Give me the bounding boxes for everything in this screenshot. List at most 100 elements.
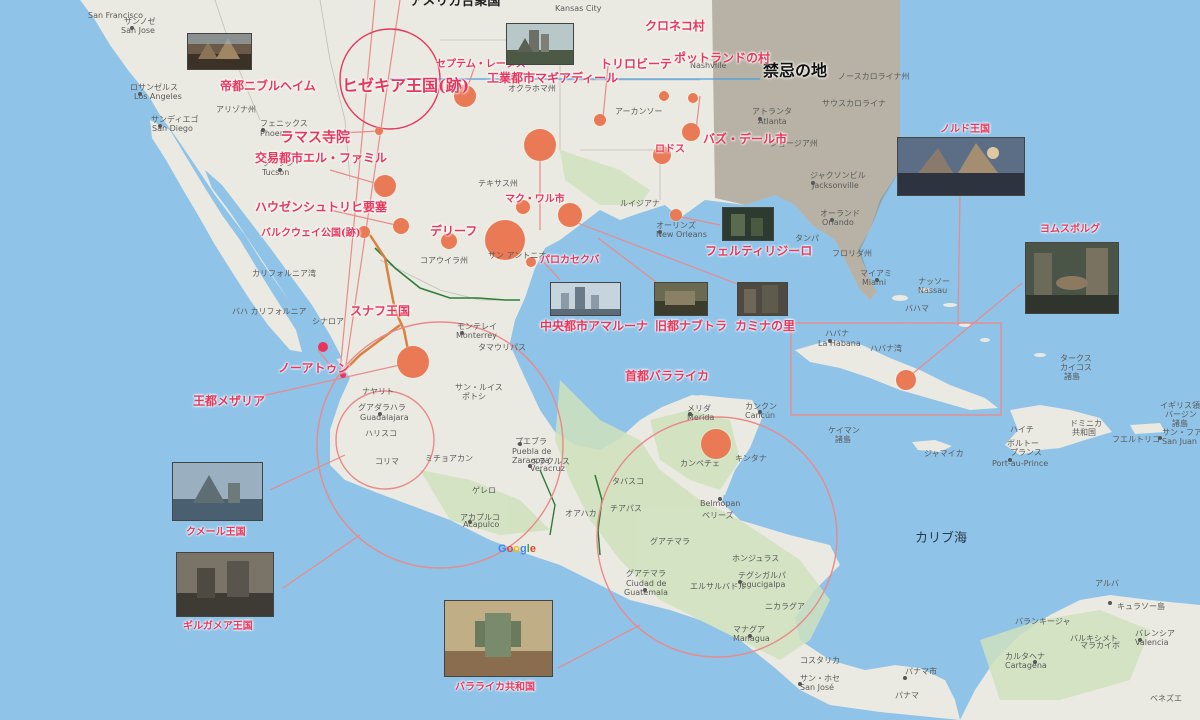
map-label: パナマ市 bbox=[905, 667, 937, 676]
thumbnail-kamina[interactable] bbox=[737, 282, 788, 316]
map-label: ゲレロ bbox=[472, 486, 496, 495]
map-label: カリフォルニア湾 bbox=[252, 269, 316, 278]
map-label: パナマ bbox=[895, 691, 919, 700]
location-marker[interactable] bbox=[701, 429, 731, 459]
location-marker[interactable] bbox=[659, 91, 669, 101]
place-label[interactable]: カミナの里 bbox=[735, 320, 795, 332]
map-label: タークス bbox=[1060, 354, 1092, 363]
map-label: アルバ bbox=[1095, 579, 1119, 588]
map-label: テグシガルパ bbox=[738, 571, 786, 580]
location-marker[interactable] bbox=[688, 93, 698, 103]
map-label: ベネズエ bbox=[1150, 694, 1182, 703]
place-label[interactable]: マク・ワル市 bbox=[505, 195, 565, 205]
map-label: テキサス州 bbox=[478, 179, 518, 188]
noatun-dot bbox=[318, 342, 328, 352]
place-label[interactable]: バルクウェイ公国(跡) bbox=[261, 229, 360, 239]
map-label: Guatemala bbox=[624, 588, 669, 597]
map-label: ハバナ bbox=[825, 329, 849, 338]
map-label: ハリスコ bbox=[365, 429, 397, 438]
map-label: Puebla de bbox=[512, 447, 552, 456]
map-label: ノースカロライナ州 bbox=[838, 72, 910, 81]
place-label[interactable]: ポットランドの村 bbox=[674, 52, 770, 64]
thumbnail-magiadill[interactable] bbox=[506, 23, 574, 65]
place-label[interactable]: 首都バラライカ bbox=[625, 370, 709, 382]
place-label[interactable]: バズ・デール市 bbox=[703, 133, 787, 145]
map-label: Los Angeles bbox=[134, 92, 182, 101]
map-label: シナロア bbox=[312, 317, 344, 326]
place-label[interactable]: 工業都市マギアディール bbox=[487, 72, 618, 84]
map-label: キュラソー島 bbox=[1117, 602, 1165, 611]
khmer-image bbox=[173, 463, 262, 520]
location-marker[interactable] bbox=[375, 127, 383, 135]
thumbnail-nabtra[interactable] bbox=[654, 282, 708, 316]
map-label: モンテレイ bbox=[457, 322, 497, 331]
place-label[interactable]: 王都メザリア bbox=[193, 395, 265, 407]
place-label[interactable]: ギルガメア王国 bbox=[183, 622, 253, 632]
map-label: バハ カリフォルニア bbox=[232, 307, 307, 316]
place-label[interactable]: ノーアトゥン bbox=[278, 362, 350, 374]
thumbnail-fertilisiro[interactable] bbox=[722, 207, 774, 241]
map-label: カンクン bbox=[745, 402, 777, 411]
place-label[interactable]: トリロビーテ bbox=[600, 58, 672, 70]
place-label[interactable]: パロカセクバ bbox=[540, 256, 600, 266]
country-label-usa: アメリカ合衆国 bbox=[410, 0, 501, 9]
thumbnail-amaruna[interactable] bbox=[550, 282, 621, 316]
location-marker[interactable] bbox=[896, 370, 916, 390]
thumbnail-yomsborg[interactable] bbox=[1025, 242, 1119, 314]
map-label: カルタヘナ bbox=[1005, 652, 1045, 661]
map-label: ベリーズ bbox=[702, 511, 734, 520]
map-label: アーカンソー bbox=[615, 107, 663, 116]
map-label: New Orleans bbox=[656, 230, 707, 239]
place-label[interactable]: ラマス寺院 bbox=[280, 131, 350, 145]
map-label: La Habana bbox=[818, 339, 861, 348]
location-marker[interactable] bbox=[524, 129, 556, 161]
location-marker[interactable] bbox=[397, 346, 429, 378]
map-label: フロリダ州 bbox=[832, 249, 872, 258]
thumbnail-nord[interactable] bbox=[897, 137, 1025, 196]
map-label: ロサンゼルス bbox=[130, 83, 178, 92]
balalaika-republic-image bbox=[445, 601, 552, 676]
map-label: メリダ bbox=[687, 404, 711, 413]
place-label[interactable]: 中央都市アマルーナ bbox=[540, 320, 648, 332]
place-label[interactable]: ノルド王国 bbox=[940, 125, 990, 135]
map-label: Cancún bbox=[745, 411, 776, 420]
map-label: ホンジュラス bbox=[732, 554, 780, 563]
place-label[interactable]: 旧都ナブトラ bbox=[655, 320, 727, 332]
location-marker[interactable] bbox=[393, 218, 409, 234]
location-marker[interactable] bbox=[374, 175, 396, 197]
map-label: Nassau bbox=[918, 286, 948, 295]
map-label: ポトシ bbox=[462, 392, 486, 401]
map-label: サン アントニオ bbox=[488, 251, 547, 260]
place-label[interactable]: クロネコ村 bbox=[645, 20, 705, 32]
thumbnail-balalaika-republic[interactable] bbox=[444, 600, 553, 677]
place-label[interactable]: ヒゼキア王国(跡) bbox=[342, 78, 469, 94]
place-label[interactable]: ロドス bbox=[655, 145, 685, 155]
thumbnail-gilgamea[interactable] bbox=[176, 552, 274, 617]
map-label: タバスコ bbox=[612, 477, 644, 486]
map-label: フェニックス bbox=[260, 119, 308, 128]
place-label[interactable]: デリーフ bbox=[430, 225, 477, 237]
yomsborg-image bbox=[1026, 243, 1118, 313]
location-marker[interactable] bbox=[682, 123, 700, 141]
place-label[interactable]: フェルティリジーロ bbox=[705, 245, 812, 257]
place-label[interactable]: ハウゼンシュトリヒ要塞 bbox=[255, 201, 387, 213]
map-label: Port-au-Prince bbox=[992, 459, 1049, 468]
place-label[interactable]: 交易都市エル・ファミル bbox=[255, 152, 387, 164]
amaruna-image bbox=[551, 283, 620, 315]
map-label: Valencia bbox=[1135, 638, 1169, 647]
map-label: オーランド bbox=[820, 209, 860, 218]
location-marker[interactable] bbox=[558, 203, 582, 227]
place-label[interactable]: クメール王国 bbox=[186, 528, 246, 538]
map-label: ハバナ湾 bbox=[870, 344, 902, 353]
location-marker[interactable] bbox=[670, 209, 682, 221]
thumbnail-khmer[interactable] bbox=[172, 462, 263, 521]
place-label[interactable]: 帝都ニブルヘイム bbox=[220, 80, 316, 92]
place-label[interactable]: ヨムスボルグ bbox=[1040, 225, 1100, 235]
map-label: ケイマン bbox=[828, 426, 860, 435]
place-label[interactable]: バラライカ共和国 bbox=[455, 683, 535, 693]
map-label: キンタナ bbox=[735, 454, 767, 463]
map-label: プエブラ bbox=[515, 437, 547, 446]
thumbnail-nibelheim[interactable] bbox=[187, 33, 252, 70]
location-marker[interactable] bbox=[594, 114, 606, 126]
place-label[interactable]: スナフ王国 bbox=[350, 305, 410, 317]
